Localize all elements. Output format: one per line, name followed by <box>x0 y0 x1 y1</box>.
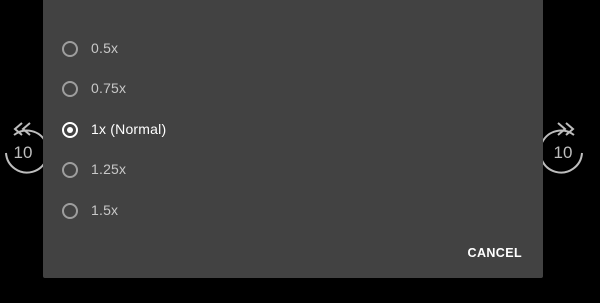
speed-option-1-5x[interactable]: 1.5x <box>43 191 543 231</box>
speed-option-label: 1.5x <box>91 202 119 218</box>
speed-option-label: 1.25x <box>91 161 127 177</box>
skip-forward-button[interactable]: 10 <box>538 120 588 176</box>
playback-speed-dialog: 0.5x 0.75x 1x (Normal) 1.25x 1.5x CANCEL <box>43 0 543 278</box>
cancel-button[interactable]: CANCEL <box>468 246 522 260</box>
radio-button-selected[interactable] <box>62 122 78 138</box>
video-player-screen: 10 10 0.5x 0.75x 1x (Normal) 1.25x 1.5x … <box>0 0 600 303</box>
skip-back-seconds: 10 <box>13 143 33 162</box>
skip-forward-seconds: 10 <box>553 143 573 162</box>
radio-button[interactable] <box>62 203 78 219</box>
radio-button[interactable] <box>62 41 78 57</box>
speed-option-0-75x[interactable]: 0.75x <box>43 69 543 109</box>
speed-option-0-5x[interactable]: 0.5x <box>43 29 543 69</box>
speed-option-label: 0.75x <box>91 80 127 96</box>
radio-button[interactable] <box>62 162 78 178</box>
speed-option-1x-normal[interactable]: 1x (Normal) <box>43 110 543 150</box>
speed-option-label: 1x (Normal) <box>91 121 167 137</box>
radio-button[interactable] <box>62 81 78 97</box>
speed-option-1-25x[interactable]: 1.25x <box>43 150 543 190</box>
speed-option-label: 0.5x <box>91 40 119 56</box>
